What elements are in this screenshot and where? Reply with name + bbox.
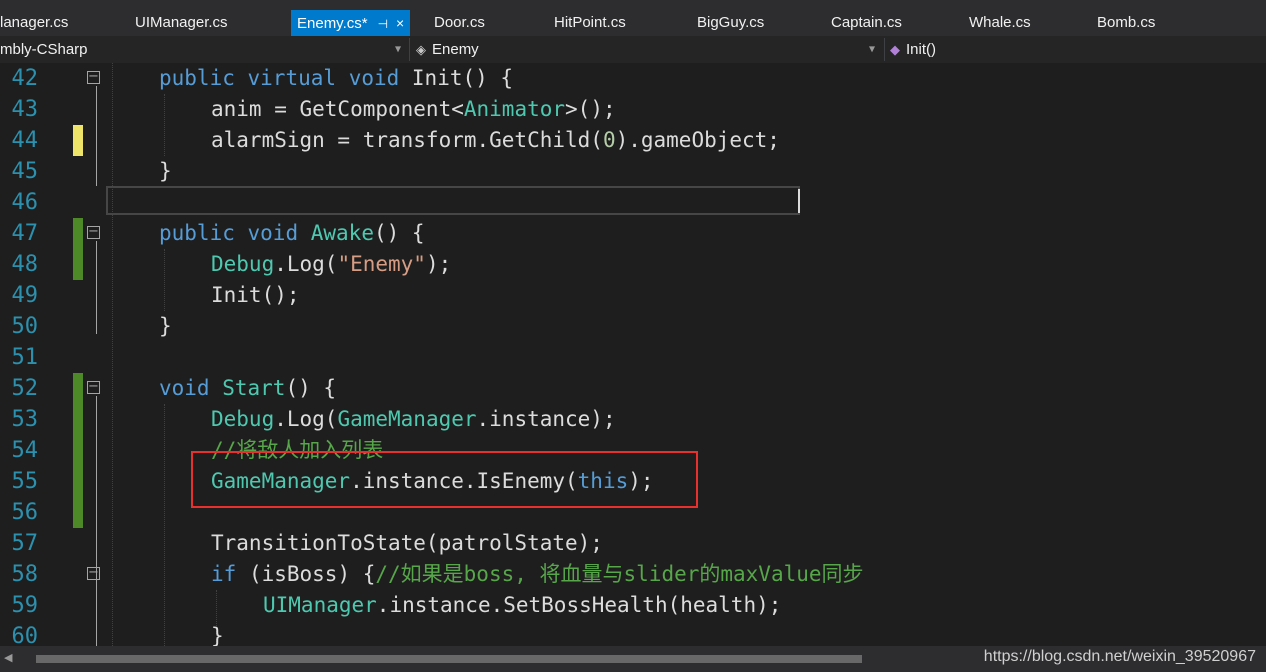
- tab-enemy[interactable]: Enemy.cs* ⊣ ×: [291, 10, 411, 36]
- code-line: 52 − void Start() {: [0, 373, 1266, 404]
- code-line: 44 alarmSign = transform.GetChild(0).gam…: [0, 125, 1266, 156]
- line-number: 43: [11, 97, 39, 122]
- collapse-icon[interactable]: −: [87, 225, 100, 239]
- tab-label: Captain.cs: [831, 14, 902, 31]
- line-number: 47: [11, 221, 39, 246]
- code-line: 46: [0, 187, 1266, 218]
- tab-label: lanager.cs: [0, 14, 69, 31]
- close-icon[interactable]: ×: [396, 15, 404, 31]
- navigation-bar: mbly-CSharp ▼ ◈ Enemy ▼ ◆ Init(): [0, 36, 1266, 64]
- code-line: 42 − public virtual void Init() {: [0, 63, 1266, 94]
- highlight-annotation-box: [191, 451, 698, 508]
- tab-door[interactable]: Door.cs: [434, 10, 485, 36]
- pin-icon[interactable]: ⊣: [378, 17, 388, 31]
- code-text: }: [211, 624, 224, 646]
- tab-uimanager[interactable]: UIManager.cs: [135, 10, 228, 36]
- method-icon: ◆: [890, 42, 900, 57]
- code-line: 50 }: [0, 311, 1266, 342]
- code-editor[interactable]: 42 − public virtual void Init() { 43 ani…: [0, 63, 1266, 646]
- tab-captain[interactable]: Captain.cs: [831, 10, 902, 36]
- member-label: Init(): [906, 41, 936, 58]
- code-line: 58 − if (isBoss) {//如果是boss, 将血量与slider的…: [0, 559, 1266, 590]
- line-number: 42: [11, 66, 39, 91]
- collapse-icon[interactable]: −: [87, 566, 100, 580]
- line-number: 59: [11, 593, 39, 618]
- code-text: public virtual void Init() {: [159, 66, 514, 90]
- line-number: 52: [11, 376, 39, 401]
- chevron-down-icon[interactable]: ▼: [869, 36, 875, 63]
- code-line: 53 Debug.Log(GameManager.instance);: [0, 404, 1266, 435]
- tab-hitpoint[interactable]: HitPoint.cs: [554, 10, 626, 36]
- divider: [884, 38, 885, 61]
- code-line: 48 Debug.Log("Enemy");: [0, 249, 1266, 280]
- class-label: Enemy: [432, 41, 479, 58]
- code-text: void Start() {: [159, 376, 337, 400]
- collapse-icon[interactable]: −: [87, 380, 100, 394]
- code-line: 57 TransitionToState(patrolState);: [0, 528, 1266, 559]
- line-number: 57: [11, 531, 39, 556]
- line-number: 48: [11, 252, 39, 277]
- collapse-icon[interactable]: −: [87, 70, 100, 84]
- divider: [409, 38, 410, 61]
- line-number: 44: [11, 128, 39, 153]
- tab-label: Door.cs: [434, 14, 485, 31]
- code-line: 47 − public void Awake() {: [0, 218, 1266, 249]
- line-number: 45: [11, 159, 39, 184]
- tab-bomb[interactable]: Bomb.cs: [1097, 10, 1155, 36]
- code-text: UIManager.instance.SetBossHealth(health)…: [263, 593, 782, 617]
- line-number: 54: [11, 438, 39, 463]
- tab-label: Bomb.cs: [1097, 14, 1156, 31]
- project-dropdown[interactable]: mbly-CSharp: [0, 36, 88, 63]
- code-text: Debug.Log(GameManager.instance);: [211, 407, 616, 431]
- member-dropdown[interactable]: ◆ Init(): [890, 36, 936, 63]
- line-number: 55: [11, 469, 39, 494]
- line-number: 46: [11, 190, 39, 215]
- tab-label: UIManager.cs: [135, 14, 228, 31]
- code-line: 43 anim = GetComponent<Animator>();: [0, 94, 1266, 125]
- scrollbar-thumb[interactable]: [36, 655, 862, 663]
- watermark-text: https://blog.csdn.net/weixin_39520967: [983, 648, 1256, 665]
- class-dropdown[interactable]: ◈ Enemy: [416, 36, 479, 63]
- code-line: 60 }: [0, 621, 1266, 646]
- tab-label: Enemy.cs*: [297, 15, 368, 32]
- code-text: alarmSign = transform.GetChild(0).gameOb…: [211, 128, 780, 152]
- project-label: mbly-CSharp: [0, 41, 88, 58]
- chevron-down-icon[interactable]: ▼: [395, 36, 401, 63]
- line-number: 60: [11, 624, 39, 646]
- tab-label: BigGuy.cs: [697, 14, 765, 31]
- tab-bigguy[interactable]: BigGuy.cs: [697, 10, 764, 36]
- code-text: }: [159, 314, 172, 338]
- tab-gamemanager[interactable]: lanager.cs: [0, 10, 68, 36]
- code-text: Debug.Log("Enemy");: [211, 252, 452, 276]
- horizontal-scrollbar[interactable]: ◀ https://blog.csdn.net/weixin_39520967: [0, 646, 1266, 672]
- line-number: 58: [11, 562, 39, 587]
- code-text: Init();: [211, 283, 300, 307]
- line-number: 56: [11, 500, 39, 525]
- scroll-left-arrow-icon[interactable]: ◀: [4, 651, 12, 664]
- line-number: 50: [11, 314, 39, 339]
- line-number: 49: [11, 283, 39, 308]
- tab-whale[interactable]: Whale.cs: [969, 10, 1031, 36]
- code-line: 59 UIManager.instance.SetBossHealth(heal…: [0, 590, 1266, 621]
- class-icon: ◈: [416, 42, 426, 57]
- tab-label: HitPoint.cs: [554, 14, 626, 31]
- code-text: anim = GetComponent<Animator>();: [211, 97, 616, 121]
- code-line: 45 }: [0, 156, 1266, 187]
- code-text: if (isBoss) {//如果是boss, 将血量与slider的maxVa…: [211, 562, 864, 586]
- line-number: 53: [11, 407, 39, 432]
- document-tab-bar: lanager.cs UIManager.cs Enemy.cs* ⊣ × Door…: [0, 0, 1266, 36]
- code-line: 49 Init();: [0, 280, 1266, 311]
- code-line: 51: [0, 342, 1266, 373]
- code-text: }: [159, 159, 172, 183]
- tab-label: Whale.cs: [969, 14, 1031, 31]
- line-number: 51: [11, 345, 39, 370]
- code-text: public void Awake() {: [159, 221, 425, 245]
- code-text: TransitionToState(patrolState);: [211, 531, 603, 555]
